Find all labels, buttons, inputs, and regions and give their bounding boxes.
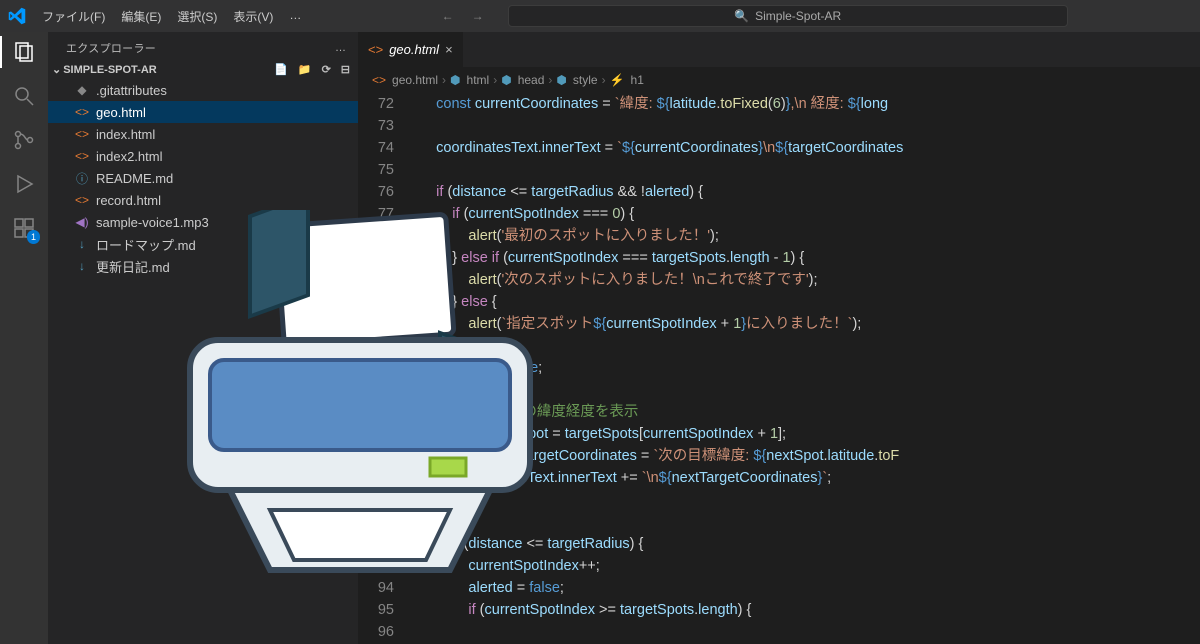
menu-select[interactable]: 選択(S) xyxy=(169,8,225,25)
file-item[interactable]: ⓘ README.md xyxy=(48,167,358,189)
search-icon: 🔍 xyxy=(734,9,749,23)
code-editor[interactable]: 72 73 74 75 76 77 78 79 80 81 82 83 84 8… xyxy=(358,93,1200,644)
breadcrumb-item[interactable]: geo.html xyxy=(392,73,438,87)
file-name: index.html xyxy=(96,127,155,142)
code-content[interactable]: const currentCoordinates = `緯度: ${latitu… xyxy=(412,93,1200,644)
file-name: geo.html xyxy=(96,105,146,120)
nav-arrows: ← → xyxy=(442,9,484,23)
tag-icon: ⬢ xyxy=(450,73,460,87)
file-icon: ⓘ xyxy=(74,170,90,187)
tag-icon: ⬢ xyxy=(556,73,566,87)
file-name: README.md xyxy=(96,171,173,186)
extensions-icon[interactable]: 1 xyxy=(12,216,36,240)
tab-geo-html[interactable]: <> geo.html × xyxy=(358,32,464,67)
breadcrumb-item[interactable]: style xyxy=(573,73,598,87)
tab-label: geo.html xyxy=(389,42,439,57)
collapse-icon[interactable]: ⊟ xyxy=(341,63,350,76)
nav-forward-icon[interactable]: → xyxy=(472,9,484,23)
new-folder-icon[interactable]: 📁 xyxy=(298,63,312,76)
file-name: sample-voice1.mp3 xyxy=(96,215,209,230)
search-panel-icon[interactable] xyxy=(12,84,36,108)
file-name: .gitattributes xyxy=(96,83,167,98)
command-center-search[interactable]: 🔍 Simple-Spot-AR xyxy=(508,5,1068,27)
menu-file[interactable]: ファイル(F) xyxy=(34,8,113,25)
file-list: ◆ .gitattributes <> geo.html <> index.html <> i… xyxy=(48,79,358,277)
menu-edit[interactable]: 編集(E) xyxy=(113,8,169,25)
menu-more[interactable]: … xyxy=(281,8,309,25)
file-icon: <> xyxy=(74,105,90,119)
file-item[interactable]: ↓ 更新日記.md xyxy=(48,255,358,277)
activity-bar: 1 xyxy=(0,32,48,644)
run-debug-icon[interactable] xyxy=(12,172,36,196)
folder-name: SIMPLE-SPOT-AR xyxy=(63,64,157,76)
line-gutter: 72 73 74 75 76 77 78 79 80 81 82 83 84 8… xyxy=(358,93,412,644)
refresh-icon[interactable]: ⟳ xyxy=(322,63,331,76)
vscode-logo-icon xyxy=(0,7,34,25)
chevron-down-icon: ⌄ xyxy=(52,63,61,76)
folder-header[interactable]: ⌄ SIMPLE-SPOT-AR 📄 📁 ⟳ ⊟ xyxy=(48,60,358,79)
explorer-more-icon[interactable]: … xyxy=(335,42,346,54)
html-file-icon: <> xyxy=(368,42,383,57)
file-icon: <> xyxy=(74,193,90,207)
file-icon: ↓ xyxy=(74,237,90,251)
menu-view[interactable]: 表示(V) xyxy=(225,8,281,25)
file-icon: ↓ xyxy=(74,259,90,273)
file-icon: ◆ xyxy=(74,83,90,97)
file-item[interactable]: ◀) sample-voice1.mp3 xyxy=(48,211,358,233)
nav-back-icon[interactable]: ← xyxy=(442,9,454,23)
extensions-badge: 1 xyxy=(27,230,40,244)
file-item[interactable]: ↓ ロードマップ.md xyxy=(48,233,358,255)
file-name: ロードマップ.md xyxy=(96,235,196,254)
explorer-title: エクスプローラー xyxy=(66,40,156,56)
file-icon: <> xyxy=(74,149,90,163)
breadcrumb[interactable]: <> geo.html › ⬢ html › ⬢ head › ⬢ style … xyxy=(358,67,1200,93)
editor-tabs: <> geo.html × xyxy=(358,32,1200,67)
breadcrumb-item[interactable]: html xyxy=(467,73,490,87)
main-menu: ファイル(F) 編集(E) 選択(S) 表示(V) … xyxy=(34,8,309,25)
file-name: index2.html xyxy=(96,149,162,164)
file-name: record.html xyxy=(96,193,161,208)
editor-area: <> geo.html × <> geo.html › ⬢ html › ⬢ h… xyxy=(358,32,1200,644)
file-item[interactable]: <> index.html xyxy=(48,123,358,145)
title-bar: ファイル(F) 編集(E) 選択(S) 表示(V) … ← → 🔍 Simple… xyxy=(0,0,1200,32)
source-control-icon[interactable] xyxy=(12,128,36,152)
explorer-icon[interactable] xyxy=(12,40,36,64)
html-file-icon: <> xyxy=(372,73,386,87)
file-item[interactable]: <> geo.html xyxy=(48,101,358,123)
breadcrumb-item[interactable]: h1 xyxy=(631,73,644,87)
new-file-icon[interactable]: 📄 xyxy=(274,63,288,76)
file-icon: <> xyxy=(74,127,90,141)
file-item[interactable]: <> record.html xyxy=(48,189,358,211)
tag-icon: ⬢ xyxy=(501,73,511,87)
file-name: 更新日記.md xyxy=(96,257,170,276)
close-icon[interactable]: × xyxy=(445,42,453,57)
selector-icon: ⚡ xyxy=(610,73,625,87)
breadcrumb-item[interactable]: head xyxy=(518,73,545,87)
file-icon: ◀) xyxy=(74,215,90,229)
file-item[interactable]: <> index2.html xyxy=(48,145,358,167)
explorer-sidebar: エクスプローラー … ⌄ SIMPLE-SPOT-AR 📄 📁 ⟳ ⊟ ◆ .gi… xyxy=(48,32,358,644)
file-item[interactable]: ◆ .gitattributes xyxy=(48,79,358,101)
search-text: Simple-Spot-AR xyxy=(755,9,841,23)
